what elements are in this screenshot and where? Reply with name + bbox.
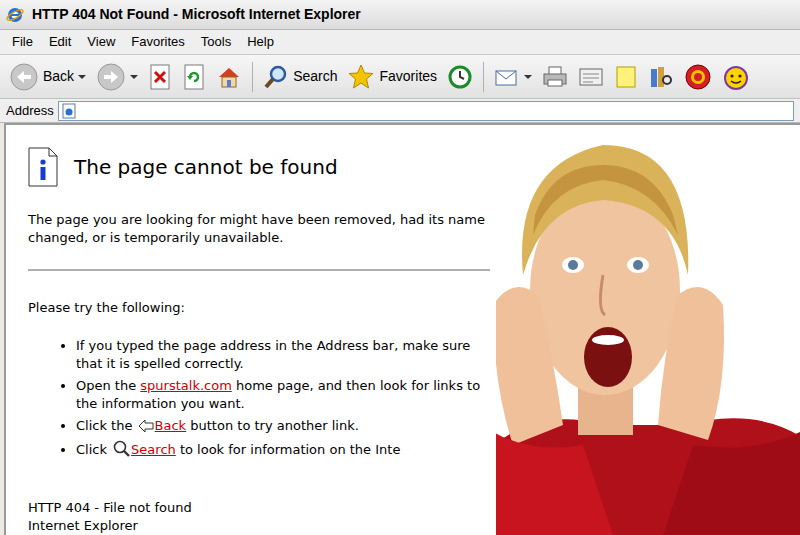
boy-photo [496, 125, 800, 535]
suggestion-text: Click [76, 442, 111, 457]
footer-line: HTTP 404 - File not found [28, 499, 490, 517]
back-label: Back [43, 66, 74, 87]
refresh-icon [182, 64, 206, 90]
magnifier-icon [263, 64, 289, 90]
home-page-link[interactable]: spurstalk.com [140, 378, 231, 393]
suggestion-text: Open the [76, 378, 140, 393]
address-label: Address [6, 101, 54, 121]
suggestions-list: If you typed the page address in the Add… [28, 337, 490, 459]
star-icon [347, 63, 375, 91]
mail-button[interactable] [491, 63, 535, 91]
error-heading: The page cannot be found [74, 155, 338, 179]
address-field[interactable] [58, 101, 794, 121]
suggestion-text: If you typed the page address in the Add… [76, 338, 470, 371]
edit-button[interactable] [575, 63, 607, 91]
home-icon [216, 64, 242, 90]
mail-icon [494, 65, 520, 89]
suggestion-text: to look for information on the Inte [176, 442, 401, 457]
window-title: HTTP 404 Not Found - Microsoft Internet … [32, 4, 361, 25]
suggestion-text: button to try another link. [186, 418, 359, 433]
print-button[interactable] [539, 63, 571, 91]
history-clock-icon [447, 64, 473, 90]
page-content: The page cannot be found The page you ar… [4, 123, 800, 535]
forward-button[interactable] [93, 60, 141, 94]
mail-dropdown-icon[interactable] [524, 75, 532, 79]
back-link[interactable]: Back [155, 418, 187, 433]
error-heading-row: The page cannot be found [28, 147, 490, 187]
menu-item[interactable]: Tools [193, 30, 239, 54]
suggestion-text: Click the [76, 418, 137, 433]
toolbar-separator [483, 62, 484, 92]
ie-logo-icon [6, 6, 24, 24]
browser-window: HTTP 404 Not Found - Microsoft Internet … [0, 0, 800, 535]
stop-icon [148, 64, 172, 90]
error-footer: HTTP 404 - File not foundInternet Explor… [28, 499, 490, 535]
magnifier-icon[interactable] [112, 439, 130, 457]
address-bar: Address [0, 99, 800, 123]
error-page: The page cannot be found The page you ar… [6, 125, 496, 535]
suggestions-prompt: Please try the following: [28, 299, 490, 317]
suggestion-item: Click Search to look for information on … [76, 439, 490, 459]
menu-item[interactable]: Edit [41, 30, 79, 54]
suggestion-item: If you typed the page address in the Add… [76, 337, 490, 373]
info-icon [28, 147, 58, 187]
back-button[interactable]: Back [6, 60, 89, 94]
favorites-label: Favorites [379, 66, 437, 87]
error-description: The page you are looking for might have … [28, 211, 490, 247]
casino-button[interactable] [681, 61, 715, 93]
history-button[interactable] [444, 62, 476, 92]
back-dropdown-icon[interactable] [78, 75, 86, 79]
suggestion-item: Click the Back button to try another lin… [76, 417, 490, 435]
home-button[interactable] [213, 62, 245, 92]
casino-chip-icon [684, 63, 712, 91]
back-arrow-icon[interactable] [138, 419, 154, 433]
menu-item[interactable]: Favorites [123, 30, 192, 54]
discuss-button[interactable] [611, 63, 641, 91]
menu-item[interactable]: Help [239, 30, 282, 54]
research-icon [648, 64, 674, 90]
back-arrow-icon [9, 62, 39, 92]
search-link[interactable]: Search [131, 442, 176, 457]
messenger-button[interactable] [719, 61, 753, 93]
toolbar: Back Search Favorites [0, 55, 800, 99]
search-button[interactable]: Search [260, 62, 340, 92]
note-icon [614, 65, 638, 89]
page-icon [61, 103, 77, 119]
edit-icon [578, 65, 604, 89]
refresh-button[interactable] [179, 62, 209, 92]
research-button[interactable] [645, 62, 677, 92]
printer-icon [542, 65, 568, 89]
forward-dropdown-icon[interactable] [130, 75, 138, 79]
menu-item[interactable]: View [79, 30, 123, 54]
divider [28, 269, 490, 271]
stop-button[interactable] [145, 62, 175, 92]
search-label: Search [293, 66, 337, 87]
messenger-smiley-icon [722, 63, 750, 91]
forward-arrow-icon [96, 62, 126, 92]
toolbar-separator [252, 62, 253, 92]
favorites-button[interactable]: Favorites [344, 61, 440, 93]
footer-line: Internet Explorer [28, 517, 490, 535]
title-bar: HTTP 404 Not Found - Microsoft Internet … [0, 0, 800, 30]
menu-item[interactable]: File [4, 30, 41, 54]
suggestion-item: Open the spurstalk.com home page, and th… [76, 377, 490, 413]
boy-photo-icon [496, 125, 800, 535]
menu-bar: FileEditViewFavoritesToolsHelp [0, 30, 800, 55]
